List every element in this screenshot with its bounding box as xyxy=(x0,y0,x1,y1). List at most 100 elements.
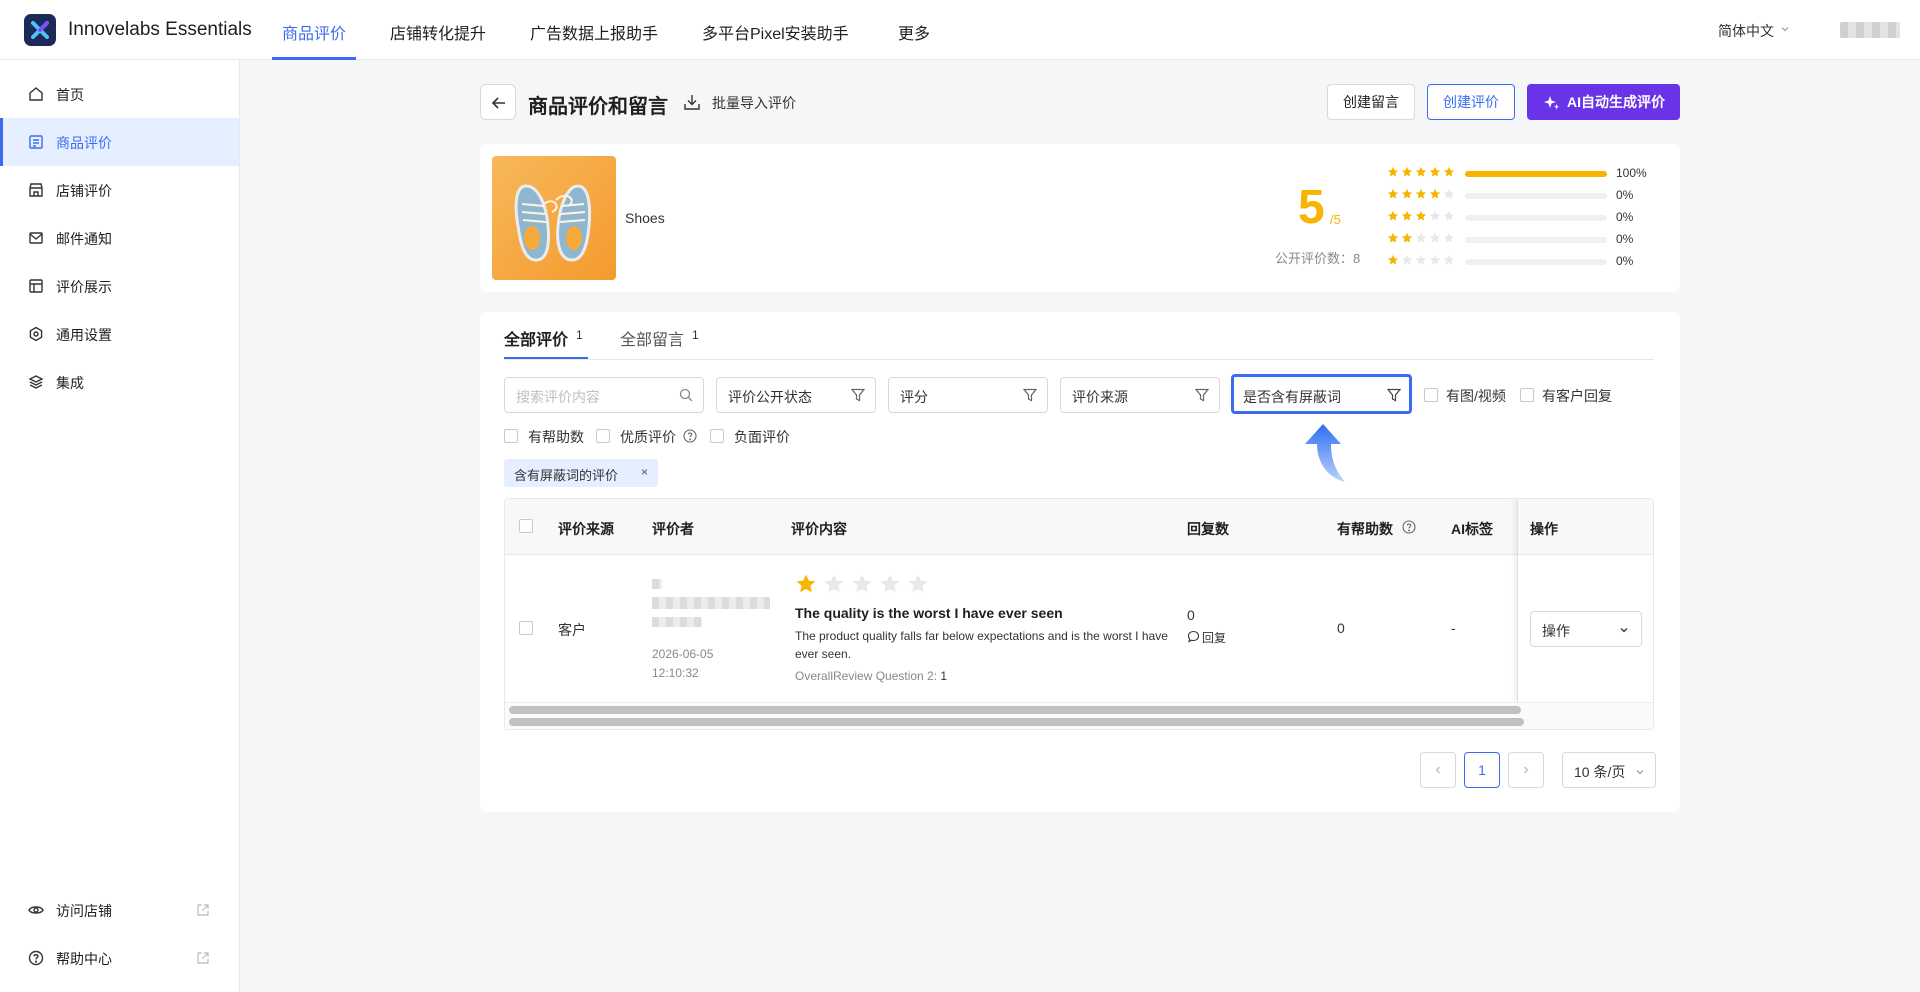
topnav-pixel[interactable]: 多平台Pixel安装助手 xyxy=(702,20,849,44)
search-input[interactable]: 搜索评价内容 xyxy=(504,377,704,413)
review-meta: OverallReview Question 2: 1 xyxy=(795,669,947,683)
tab-all-reviews[interactable]: 全部评价 xyxy=(504,326,568,350)
column-header-ai-tag: AI标签 xyxy=(1451,521,1493,537)
scrollbar-thumb[interactable] xyxy=(509,706,1521,714)
help-icon xyxy=(28,950,44,966)
search-icon xyxy=(679,388,693,402)
tab-all-comments[interactable]: 全部留言 xyxy=(620,326,684,350)
row-action-select[interactable]: 操作 xyxy=(1530,611,1642,647)
topnav-more[interactable]: 更多 xyxy=(898,20,930,44)
tab-all-comments-count: 1 xyxy=(692,328,699,342)
back-button[interactable] xyxy=(480,84,516,120)
comment-icon[interactable] xyxy=(1187,630,1200,643)
app-logo-icon[interactable] xyxy=(24,14,56,46)
public-status-filter[interactable]: 评价公开状态 xyxy=(716,377,876,413)
home-icon xyxy=(28,86,44,102)
ai-tag-value: - xyxy=(1451,620,1456,636)
rating-row-3-star: 0% xyxy=(1387,210,1667,226)
sidebar-item-store-reviews[interactable]: 店铺评价 xyxy=(0,166,239,214)
product-image xyxy=(492,156,616,280)
page-size-label: 10 条/页 xyxy=(1574,764,1626,780)
filter-icon xyxy=(851,388,865,402)
has-media-checkbox[interactable] xyxy=(1424,388,1438,402)
chevron-left-icon xyxy=(1435,766,1440,774)
reply-link[interactable]: 回复 xyxy=(1202,629,1226,646)
star-empty-icon xyxy=(1443,254,1455,265)
sidebar-item-home[interactable]: 首页 xyxy=(0,70,239,118)
page-size-select[interactable]: 10 条/页 xyxy=(1562,752,1656,788)
layers-icon xyxy=(28,374,44,390)
prev-page-button[interactable] xyxy=(1420,752,1456,788)
ai-generate-label: AI自动生成评价 xyxy=(1567,94,1665,110)
rating-row-5-star: 100% xyxy=(1387,166,1667,182)
row-select-checkbox[interactable] xyxy=(519,621,533,635)
sidebar-item-email[interactable]: 邮件通知 xyxy=(0,214,239,262)
topnav-reviews[interactable]: 商品评价 xyxy=(282,20,346,44)
review-meta-label: OverallReview Question 2: xyxy=(795,669,938,683)
sidebar-item-settings[interactable]: 通用设置 xyxy=(0,310,239,358)
next-page-button[interactable] xyxy=(1508,752,1544,788)
star-empty-icon xyxy=(1443,210,1455,221)
scrollbar-thumb-secondary[interactable] xyxy=(509,718,1524,726)
star-empty-icon xyxy=(908,574,928,593)
row-action-select-label: 操作 xyxy=(1542,623,1570,639)
star-filled-icon xyxy=(1415,188,1427,199)
language-selector[interactable]: 简体中文 xyxy=(1718,21,1774,41)
star-filled-icon xyxy=(1415,210,1427,221)
store-icon xyxy=(28,182,44,198)
topnav-store-conversion[interactable]: 店铺转化提升 xyxy=(390,20,486,44)
sidebar-item-help-center[interactable]: 帮助中心 xyxy=(0,934,239,982)
blocked-words-filter[interactable]: 是否含有屏蔽词 xyxy=(1231,374,1412,414)
bulk-import-button[interactable]: 批量导入评价 xyxy=(712,93,796,113)
help-icon[interactable] xyxy=(683,429,697,443)
review-meta-value: 1 xyxy=(940,669,948,683)
column-header-content: 评价内容 xyxy=(791,521,847,537)
import-icon[interactable] xyxy=(683,93,701,111)
sidebar-item-display[interactable]: 评价展示 xyxy=(0,262,239,310)
star-filled-icon xyxy=(1387,166,1399,177)
sidebar-item-integrations[interactable]: 集成 xyxy=(0,358,239,406)
rating-bar-track xyxy=(1465,215,1607,221)
reviews-card: 全部评价 1 全部留言 1 搜索评价内容 评价公开状态 评分 评价来源 是否含有… xyxy=(480,312,1680,812)
rating-bar-percent: 0% xyxy=(1616,188,1634,202)
close-icon[interactable]: × xyxy=(641,465,648,479)
quality-review-checkbox[interactable] xyxy=(596,429,610,443)
page-title: 商品评价和留言 xyxy=(528,96,668,118)
filter-icon xyxy=(1387,388,1401,402)
average-score: 5 xyxy=(1298,181,1325,234)
page-header: 商品评价和留言 批量导入评价 创建留言 创建评价 AI自动生成评价 xyxy=(480,84,1680,120)
has-reply-checkbox[interactable] xyxy=(1520,388,1534,402)
review-title: The quality is the worst I have ever see… xyxy=(795,605,1063,621)
create-review-button[interactable]: 创建评价 xyxy=(1427,84,1515,120)
rating-bar-percent: 0% xyxy=(1616,210,1634,224)
table-header: 评价来源 评价者 评价内容 回复数 有帮助数 AI标签 xyxy=(505,499,1653,555)
reviewer-extra-redacted xyxy=(652,617,702,627)
negative-review-checkbox[interactable] xyxy=(710,429,724,443)
review-list-icon xyxy=(28,134,44,150)
rating-filter[interactable]: 评分 xyxy=(888,377,1048,413)
topnav-ad-data[interactable]: 广告数据上报助手 xyxy=(530,20,658,44)
user-account-avatar[interactable] xyxy=(1840,22,1900,38)
review-date: 2026-06-05 xyxy=(652,647,714,661)
help-icon[interactable] xyxy=(1402,520,1416,534)
search-placeholder: 搜索评价内容 xyxy=(516,389,600,405)
sidebar-item-product-reviews[interactable]: 商品评价 xyxy=(0,118,239,166)
public-review-count: 公开评价数：8 xyxy=(1275,251,1361,266)
star-empty-icon xyxy=(1429,254,1441,265)
star-filled-icon xyxy=(1387,254,1399,265)
star-filled-icon xyxy=(1387,188,1399,199)
ai-generate-button[interactable]: AI自动生成评价 xyxy=(1527,84,1680,120)
select-all-checkbox[interactable] xyxy=(519,519,533,533)
rating-bar-percent: 100% xyxy=(1616,166,1647,180)
sidebar-item-label: 首页 xyxy=(56,87,84,103)
star-empty-icon xyxy=(1415,232,1427,243)
create-comment-button[interactable]: 创建留言 xyxy=(1327,84,1415,120)
page-number-button[interactable]: 1 xyxy=(1464,752,1500,788)
has-helpful-checkbox[interactable] xyxy=(504,429,518,443)
rating-bar-track xyxy=(1465,193,1607,199)
has-reply-label: 有客户回复 xyxy=(1542,388,1612,404)
sidebar-item-visit-store[interactable]: 访问店铺 xyxy=(0,886,239,934)
horizontal-scrollbar[interactable] xyxy=(505,702,1653,729)
source-filter[interactable]: 评价来源 xyxy=(1060,377,1220,413)
sidebar-item-label: 店铺评价 xyxy=(56,183,112,199)
